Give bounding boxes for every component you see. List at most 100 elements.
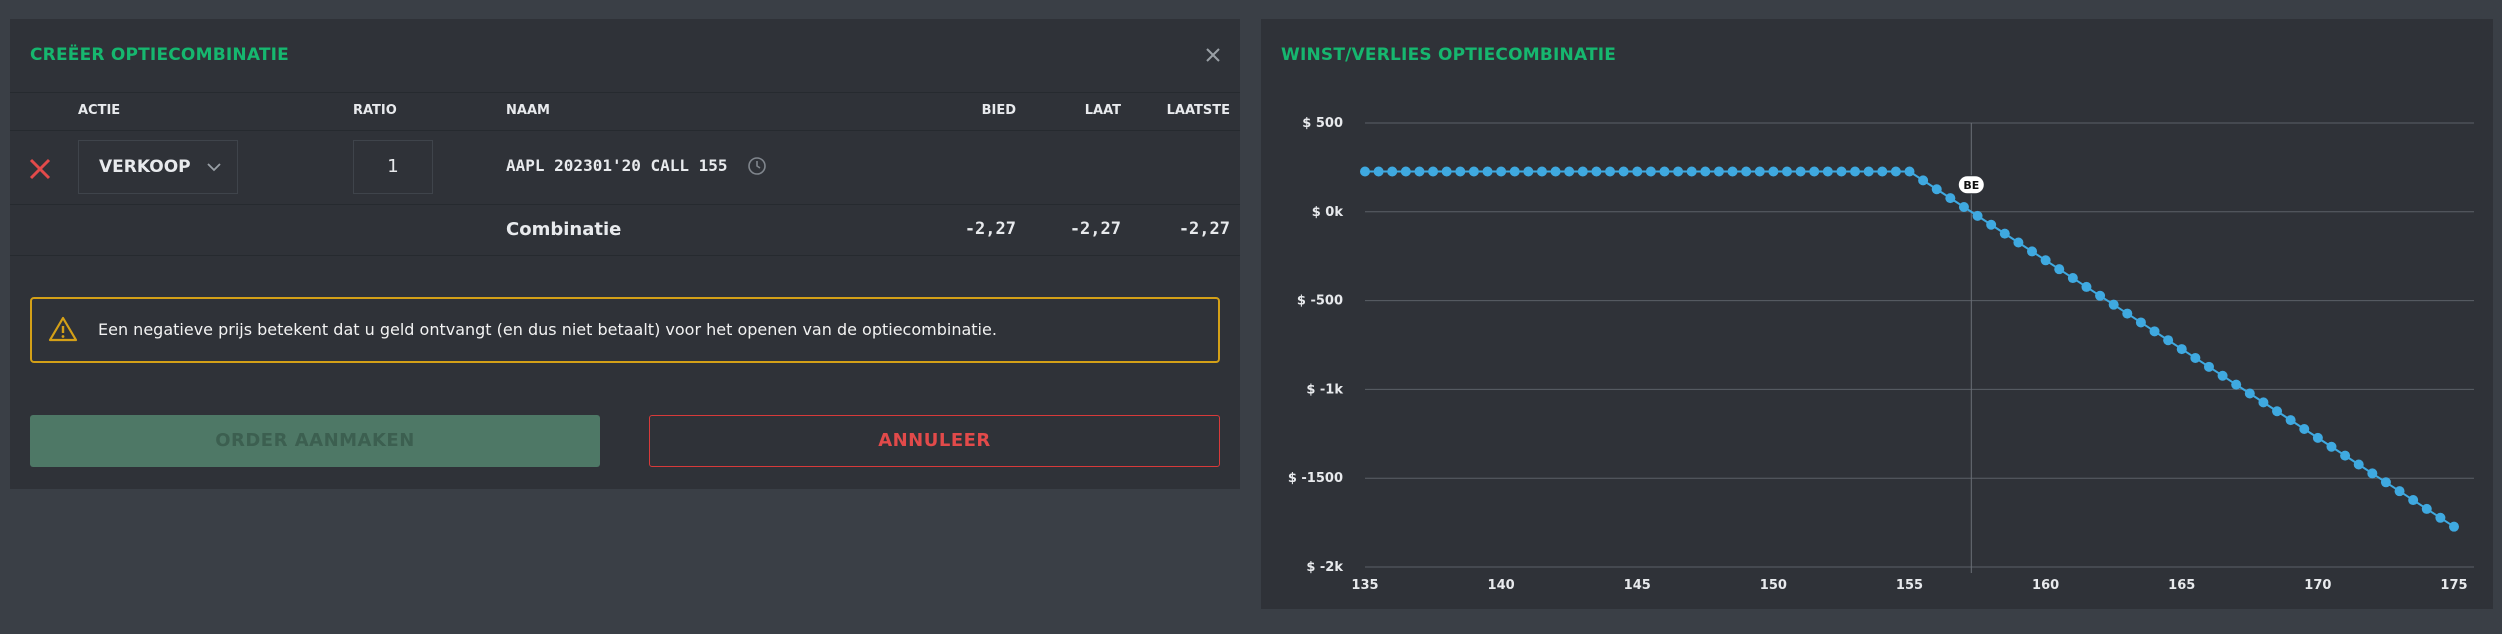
option-leg-name: AAPL 202301'20 CALL 155 bbox=[506, 156, 728, 175]
pl-point bbox=[2326, 441, 2337, 452]
x-tick-label: 170 bbox=[2304, 578, 2331, 593]
pl-point bbox=[1999, 228, 2010, 239]
pl-point bbox=[2190, 352, 2201, 363]
pl-point bbox=[1836, 166, 1847, 177]
divider bbox=[10, 255, 1240, 256]
pl-point bbox=[1428, 166, 1439, 177]
pl-point bbox=[2122, 308, 2133, 319]
x-tick-label: 150 bbox=[1760, 578, 1787, 593]
break-even-label: BE bbox=[1963, 179, 1979, 192]
panel-title: CREËER OPTIECOMBINATIE bbox=[30, 45, 289, 65]
column-header-laatste: LAATSTE bbox=[1166, 103, 1230, 118]
pl-point bbox=[1400, 166, 1411, 177]
pl-point bbox=[2081, 281, 2092, 292]
pl-point bbox=[2408, 495, 2419, 506]
pl-point bbox=[2353, 459, 2364, 470]
pl-point bbox=[1972, 210, 1983, 221]
pl-point bbox=[2027, 246, 2038, 257]
pl-point bbox=[2217, 370, 2228, 381]
pl-point bbox=[2272, 406, 2283, 417]
y-tick-label: $ -2k bbox=[1306, 560, 1343, 575]
x-tick-label: 175 bbox=[2440, 578, 2467, 593]
cancel-button[interactable]: ANNULEER bbox=[649, 415, 1220, 467]
pl-point bbox=[1918, 175, 1929, 186]
pl-point bbox=[2135, 317, 2146, 328]
pl-point bbox=[2394, 486, 2405, 497]
pl-point bbox=[1850, 166, 1861, 177]
pl-point bbox=[1373, 166, 1384, 177]
pl-point bbox=[1577, 166, 1588, 177]
combination-laat: -2,27 bbox=[1069, 219, 1121, 239]
pl-point bbox=[1550, 166, 1561, 177]
clock-icon[interactable] bbox=[746, 155, 768, 177]
pl-point bbox=[1877, 166, 1888, 177]
warning-text: Een negatieve prijs betekent dat u geld … bbox=[98, 320, 997, 339]
x-tick-label: 160 bbox=[2032, 578, 2059, 593]
pl-point bbox=[1809, 166, 1820, 177]
pl-point bbox=[2258, 397, 2269, 408]
pl-point bbox=[2285, 415, 2296, 426]
pl-point bbox=[2367, 468, 2378, 479]
pl-point bbox=[1781, 166, 1792, 177]
pl-point bbox=[1713, 166, 1724, 177]
delete-x-icon[interactable] bbox=[26, 155, 54, 183]
column-header-ratio: RATIO bbox=[353, 103, 397, 118]
pl-point bbox=[2449, 521, 2459, 532]
pl-point bbox=[1564, 166, 1575, 177]
pl-point bbox=[1605, 166, 1616, 177]
pl-point bbox=[2244, 388, 2255, 399]
combination-label: Combinatie bbox=[506, 219, 622, 240]
x-tick-label: 165 bbox=[2168, 578, 2195, 593]
warning-banner: Een negatieve prijs betekent dat u geld … bbox=[30, 297, 1220, 363]
pl-point bbox=[1468, 166, 1479, 177]
pl-line bbox=[1365, 170, 2455, 528]
pl-point bbox=[2108, 299, 2119, 310]
pl-point bbox=[1360, 166, 1370, 177]
pl-point bbox=[1768, 166, 1779, 177]
pl-point bbox=[2054, 264, 2065, 275]
pl-point bbox=[2163, 335, 2174, 346]
pl-point bbox=[1673, 166, 1684, 177]
y-tick-label: $ -1k bbox=[1306, 382, 1343, 397]
combination-laatste: -2,27 bbox=[1178, 219, 1230, 239]
action-select-value: VERKOOP bbox=[99, 157, 191, 177]
divider bbox=[10, 92, 1240, 93]
pl-point bbox=[1387, 166, 1398, 177]
pl-point bbox=[1441, 166, 1452, 177]
pl-point bbox=[1496, 166, 1507, 177]
divider bbox=[10, 130, 1240, 131]
pl-point bbox=[2013, 237, 2024, 248]
pl-point bbox=[1986, 219, 1997, 230]
pl-point bbox=[2176, 344, 2187, 355]
pl-point bbox=[2149, 326, 2160, 337]
pl-point bbox=[1958, 202, 1969, 213]
pl-point bbox=[1754, 166, 1765, 177]
column-header-actie: ACTIE bbox=[78, 103, 121, 118]
y-tick-label: $ 0k bbox=[1312, 205, 1344, 220]
pl-point bbox=[1863, 166, 1874, 177]
action-select[interactable]: VERKOOP bbox=[78, 140, 238, 194]
pl-point bbox=[1482, 166, 1493, 177]
pl-point bbox=[2203, 361, 2214, 372]
pl-point bbox=[2312, 432, 2323, 443]
create-option-combination-panel: CREËER OPTIECOMBINATIE ACTIE RATIO NAAM … bbox=[10, 19, 1240, 489]
pl-point bbox=[1455, 166, 1466, 177]
pl-point bbox=[1822, 166, 1833, 177]
profit-loss-chart: $ 500 $ 0k $ -500 $ -1k $ -1500 $ -2k 135 140 14… bbox=[1288, 116, 2474, 593]
pl-point bbox=[1931, 184, 1942, 195]
pl-point bbox=[2299, 424, 2310, 435]
profit-loss-chart-panel: WINST/VERLIES OPTIECOMBINATIE $ 500 $ 0k $… bbox=[1261, 19, 2493, 609]
warning-triangle-icon bbox=[48, 316, 78, 342]
pl-point bbox=[1591, 166, 1602, 177]
create-order-button[interactable]: ORDER AANMAKEN bbox=[30, 415, 600, 467]
ratio-input[interactable]: 1 bbox=[353, 140, 433, 194]
x-tick-label: 135 bbox=[1351, 578, 1378, 593]
pl-point bbox=[2340, 450, 2351, 461]
pl-point bbox=[1795, 166, 1806, 177]
pl-point bbox=[1741, 166, 1752, 177]
pl-point bbox=[1727, 166, 1738, 177]
close-icon[interactable] bbox=[1195, 37, 1231, 73]
pl-point bbox=[1686, 166, 1697, 177]
pl-point bbox=[2380, 477, 2391, 488]
pl-point bbox=[1618, 166, 1629, 177]
